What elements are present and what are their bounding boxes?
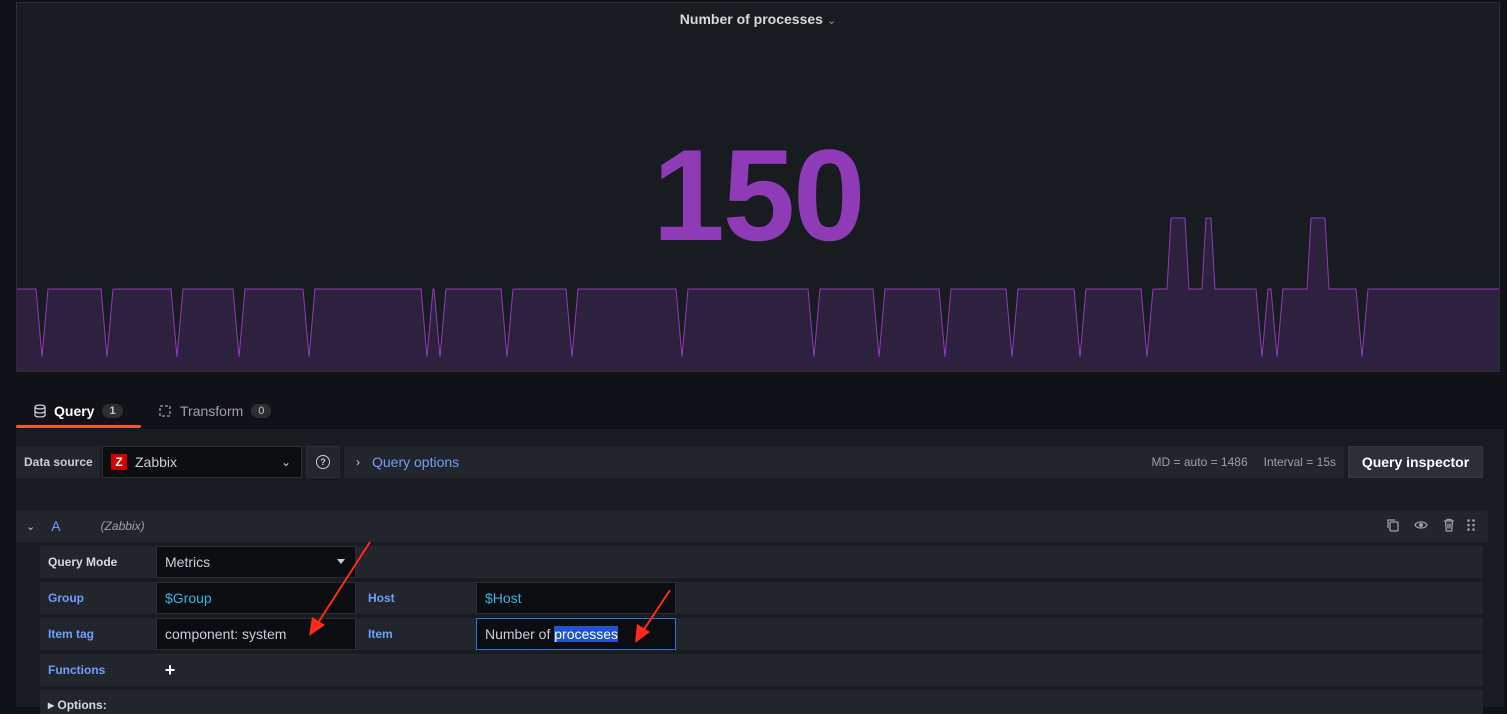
database-icon <box>34 404 46 418</box>
max-data-points: MD = auto = 1486 <box>1151 455 1248 469</box>
tab-transform[interactable]: Transform 0 <box>158 396 272 426</box>
caret-down-icon <box>337 559 345 564</box>
item-label: Item <box>360 618 472 650</box>
query-row-header[interactable]: ⌄ A (Zabbix) <box>16 510 1488 542</box>
copy-icon[interactable] <box>1386 518 1400 532</box>
item-input[interactable]: Number of processes <box>476 618 676 650</box>
datasource-name: Zabbix <box>135 454 178 470</box>
query-mode-select[interactable]: Metrics <box>156 546 356 578</box>
tab-query[interactable]: Query 1 <box>16 396 141 426</box>
query-mode-value: Metrics <box>165 554 211 570</box>
add-function-button[interactable]: + <box>156 654 184 686</box>
chevron-down-icon: ⌄ <box>280 455 291 469</box>
query-options-toggle[interactable]: › Query options MD = auto = 1486 Interva… <box>344 446 1344 478</box>
panel-title[interactable]: Number of processes ⌄ <box>17 11 1499 27</box>
group-input[interactable]: $Group <box>156 582 356 614</box>
host-label: Host <box>360 582 472 614</box>
drag-handle-icon[interactable] <box>1464 518 1478 532</box>
collapse-icon[interactable]: ⌄ <box>26 520 35 533</box>
interval: Interval = 15s <box>1263 455 1336 469</box>
panel-title-text[interactable]: Number of processes <box>680 11 823 27</box>
stat-panel: Number of processes ⌄ 150 <box>16 2 1500 372</box>
chevron-right-icon: › <box>356 455 360 469</box>
group-label: Group <box>40 582 152 614</box>
item-tag-label: Item tag <box>40 618 152 650</box>
trash-icon[interactable] <box>1442 518 1456 532</box>
query-inspector-button[interactable]: Query inspector <box>1348 446 1483 478</box>
tab-query-label: Query <box>54 403 95 419</box>
query-datasource-name: (Zabbix) <box>100 519 145 533</box>
tab-transform-count: 0 <box>251 404 272 418</box>
item-tag-input[interactable]: component: system <box>156 618 356 650</box>
transform-icon <box>159 405 171 417</box>
form-row-filler <box>40 654 1483 686</box>
datasource-label: Data source <box>16 446 100 478</box>
options-label: Options: <box>57 698 107 712</box>
functions-label: Functions <box>40 654 152 686</box>
tab-query-count: 1 <box>102 404 123 418</box>
item-value-prefix: Number of <box>485 626 555 642</box>
query-options-summary: MD = auto = 1486 Interval = 15s <box>1152 455 1336 469</box>
active-tab-indicator <box>16 425 141 428</box>
datasource-help-button[interactable]: ? <box>306 446 340 478</box>
chevron-down-icon[interactable]: ⌄ <box>827 15 836 27</box>
zabbix-logo: Z <box>111 454 127 470</box>
query-mode-label: Query Mode <box>40 546 152 578</box>
question-circle-icon: ? <box>316 455 330 469</box>
datasource-picker[interactable]: Z Zabbix ⌄ <box>102 446 302 478</box>
eye-icon[interactable] <box>1414 518 1428 532</box>
query-options-label: Query options <box>372 454 460 470</box>
tab-transform-label: Transform <box>180 403 244 419</box>
caret-right-icon: ▸ <box>48 698 58 712</box>
query-ref-id[interactable]: A <box>51 518 60 534</box>
item-value-selection: processes <box>554 626 619 642</box>
host-input[interactable]: $Host <box>476 582 676 614</box>
stat-value: 150 <box>652 122 866 268</box>
options-toggle[interactable]: ▸ Options: <box>40 690 1483 714</box>
